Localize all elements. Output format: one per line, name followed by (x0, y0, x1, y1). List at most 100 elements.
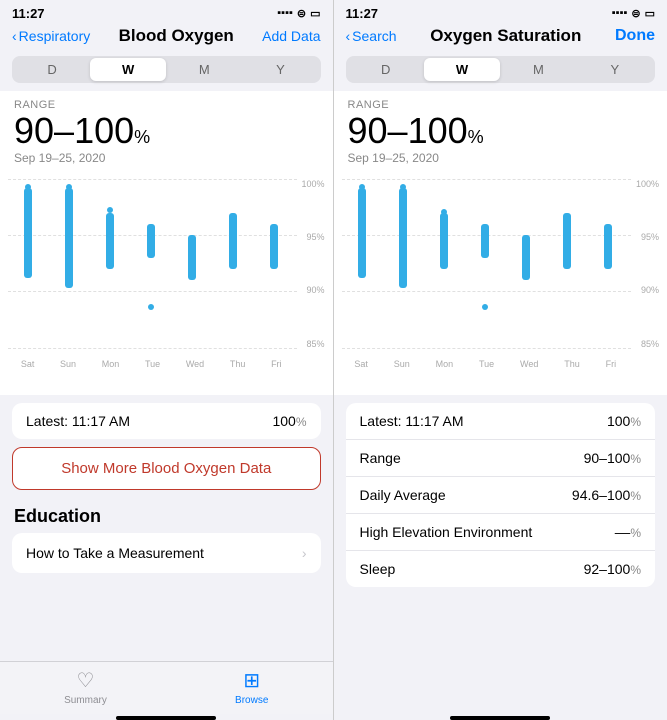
segment-d-right[interactable]: D (348, 58, 424, 81)
segment-w-right[interactable]: W (424, 58, 500, 81)
stat-sleep-value: 92–100% (584, 561, 641, 577)
wifi-icon-right: ⊜ (631, 7, 640, 20)
range-label-right: RANGE (348, 91, 654, 111)
segment-m-right[interactable]: M (500, 58, 576, 81)
dot-sun (66, 184, 72, 190)
battery-icon: ▭ (310, 7, 320, 20)
chevron-left-icon: ‹ (12, 28, 17, 44)
signal-icon-right: ▪▪▪▪ (612, 7, 628, 19)
stat-elevation-label: High Elevation Environment (360, 524, 533, 540)
bar-col-thu (213, 179, 253, 349)
right-panel: 11:27 ▪▪▪▪ ⊜ ▭ ‹ Search Oxygen Saturatio… (334, 0, 667, 720)
bar-col-fri (254, 179, 294, 349)
x-label-sat: Sat (21, 359, 35, 369)
bar-sun-r (399, 188, 407, 288)
latest-value: 100% (272, 413, 306, 429)
bar-fri-r (604, 224, 612, 269)
segment-w-left[interactable]: W (90, 58, 166, 81)
segment-d-left[interactable]: D (14, 58, 90, 81)
home-indicator-right (450, 716, 550, 720)
dot-sun-r (400, 184, 406, 190)
nav-bar-left: ‹ Respiratory Blood Oxygen Add Data (0, 24, 333, 52)
bar-thu-r (563, 213, 571, 269)
y-label: 100% (295, 179, 325, 189)
status-icons-right: ▪▪▪▪ ⊜ ▭ (612, 7, 655, 20)
dot-mon (107, 207, 113, 213)
y-label: 100% (629, 179, 659, 189)
dot-tue-low (148, 304, 154, 310)
stat-elevation-value: ––% (615, 524, 641, 540)
bar-col-sun-r (383, 179, 423, 349)
page-title-left: Blood Oxygen (119, 26, 234, 46)
x-label-thu-r: Thu (564, 359, 580, 369)
segment-y-right[interactable]: Y (577, 58, 653, 81)
x-label-tue-r: Tue (479, 359, 494, 369)
x-label-thu: Thu (230, 359, 246, 369)
tab-browse[interactable]: ⊞ Browse (235, 668, 268, 706)
x-label-sun-r: Sun (394, 359, 410, 369)
latest-card: Latest: 11:17 AM 100% (12, 403, 321, 439)
bar-col-wed-r (506, 179, 546, 349)
status-bar-right: 11:27 ▪▪▪▪ ⊜ ▭ (334, 0, 667, 24)
bar-col-sun (49, 179, 89, 349)
add-data-button[interactable]: Add Data (262, 28, 320, 44)
education-title: Education (12, 506, 321, 527)
x-label-sun: Sun (60, 359, 76, 369)
edu-item[interactable]: How to Take a Measurement › (12, 533, 321, 573)
bar-sat (24, 188, 32, 278)
show-more-button[interactable]: Show More Blood Oxygen Data (12, 447, 321, 490)
battery-icon-right: ▭ (645, 7, 655, 20)
range-section-right: RANGE 90–100% Sep 19–25, 2020 (334, 91, 667, 175)
range-value-left: 90–100% (14, 111, 319, 151)
back-label-left: Respiratory (19, 28, 91, 44)
stats-card: Latest: 11:17 AM 100% Range 90–100% Dail… (346, 403, 656, 587)
y-labels-left: 100% 95% 90% 85% (295, 179, 325, 349)
back-label-right: Search (352, 28, 396, 44)
bars-area-right (342, 179, 630, 349)
segment-control-left: D W M Y (12, 56, 321, 83)
segment-control-right: D W M Y (346, 56, 656, 83)
bar-sat-r (358, 188, 366, 278)
bar-col-thu-r (547, 179, 587, 349)
back-button-left[interactable]: ‹ Respiratory (12, 28, 90, 44)
bar-col-mon-r (424, 179, 464, 349)
x-label-fri-r: Fri (606, 359, 617, 369)
stat-sleep: Sleep 92–100% (346, 551, 656, 587)
chart-inner-left: 100% 95% 90% 85% (8, 179, 325, 369)
bar-mon-r (440, 213, 448, 269)
done-button[interactable]: Done (615, 27, 655, 45)
range-value-right: 90–100% (348, 111, 654, 151)
chevron-right-icon: › (302, 545, 307, 561)
time-left: 11:27 (12, 6, 45, 21)
edu-item-label: How to Take a Measurement (26, 545, 204, 561)
stat-range: Range 90–100% (346, 440, 656, 477)
stat-range-label: Range (360, 450, 401, 466)
segment-m-left[interactable]: M (166, 58, 242, 81)
wifi-icon: ⊜ (297, 7, 306, 20)
bar-mon (106, 213, 114, 269)
tab-summary[interactable]: ♡ Summary (64, 668, 107, 706)
grid-icon: ⊞ (243, 668, 260, 693)
x-label-fri: Fri (271, 359, 282, 369)
x-label-mon-r: Mon (436, 359, 454, 369)
bar-wed-r (522, 235, 530, 280)
stat-latest-label: Latest: 11:17 AM (360, 413, 464, 429)
bar-col-wed (172, 179, 212, 349)
bar-fri (270, 224, 278, 269)
latest-label: Latest: 11:17 AM (26, 413, 130, 429)
y-label: 85% (629, 339, 659, 349)
segment-y-left[interactable]: Y (242, 58, 318, 81)
page-title-right: Oxygen Saturation (430, 26, 581, 46)
back-button-right[interactable]: ‹ Search (346, 28, 397, 44)
bar-col-fri-r (588, 179, 628, 349)
y-label: 90% (295, 285, 325, 295)
x-label-tue: Tue (145, 359, 160, 369)
bar-tue (147, 224, 155, 258)
chart-left: 100% 95% 90% 85% (0, 175, 333, 395)
home-indicator-left (116, 716, 216, 720)
x-label-wed: Wed (186, 359, 204, 369)
stat-daily-avg-value: 94.6–100% (572, 487, 641, 503)
dot-sat-r (359, 184, 365, 190)
range-label-left: RANGE (14, 91, 319, 111)
bar-sun (65, 188, 73, 288)
